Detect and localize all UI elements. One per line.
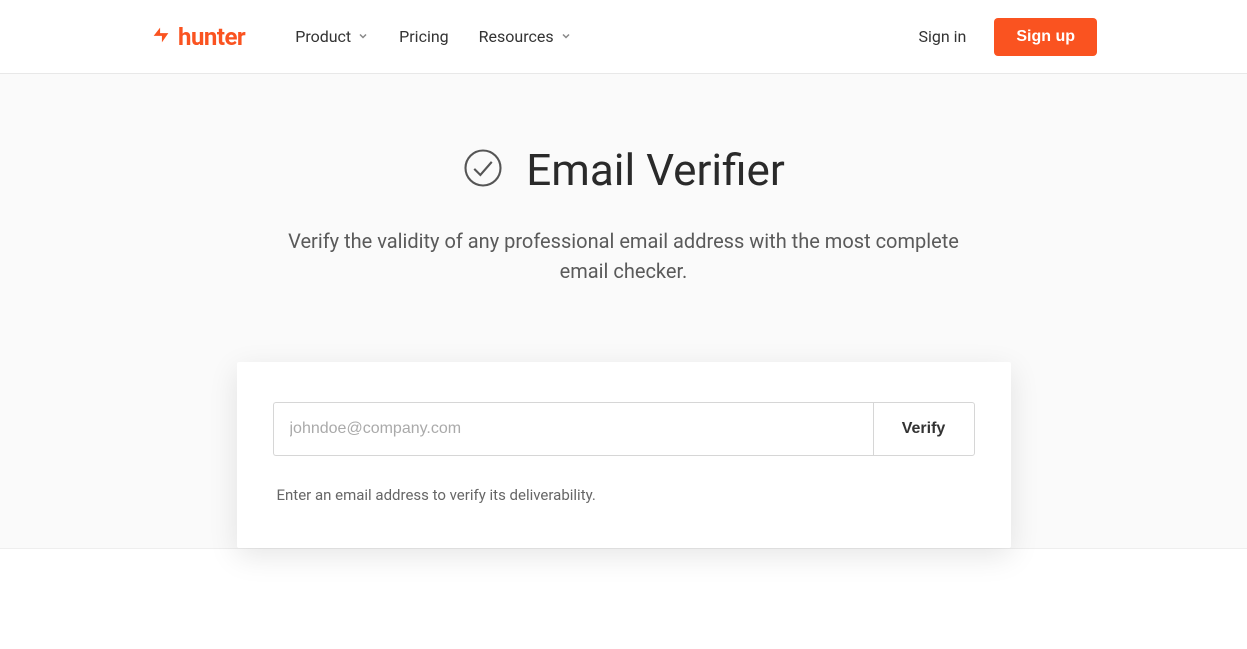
hero-header: Email Verifier Verify the validity of an… bbox=[174, 144, 1074, 286]
lower-background bbox=[0, 549, 1247, 649]
nav-resources-label: Resources bbox=[479, 27, 554, 46]
sign-in-link[interactable]: Sign in bbox=[918, 27, 966, 46]
check-circle-icon bbox=[462, 147, 504, 193]
verifier-card: Verify Enter an email address to verify … bbox=[237, 362, 1011, 548]
email-input[interactable] bbox=[273, 402, 873, 456]
hero-title-row: Email Verifier bbox=[174, 144, 1074, 196]
sign-up-button[interactable]: Sign up bbox=[994, 18, 1097, 56]
main-nav: Product Pricing Resources bbox=[295, 27, 918, 46]
hero-section: Email Verifier Verify the validity of an… bbox=[0, 74, 1247, 549]
nav-product-label: Product bbox=[295, 27, 351, 46]
auth-area: Sign in Sign up bbox=[918, 18, 1097, 56]
logo-text: hunter bbox=[178, 23, 245, 51]
helper-text: Enter an email address to verify its del… bbox=[273, 486, 975, 504]
chevron-down-icon bbox=[560, 27, 572, 46]
verify-button[interactable]: Verify bbox=[873, 402, 975, 456]
chevron-down-icon bbox=[357, 27, 369, 46]
nav-pricing-label: Pricing bbox=[399, 27, 449, 46]
nav-resources[interactable]: Resources bbox=[479, 27, 572, 46]
nav-pricing[interactable]: Pricing bbox=[399, 27, 449, 46]
nav-product[interactable]: Product bbox=[295, 27, 369, 46]
logo-icon bbox=[150, 24, 172, 50]
page-title: Email Verifier bbox=[526, 144, 784, 196]
input-row: Verify bbox=[273, 402, 975, 456]
logo[interactable]: hunter bbox=[150, 23, 245, 51]
page-subtitle: Verify the validity of any professional … bbox=[274, 226, 974, 286]
site-header: hunter Product Pricing Resources Sign in… bbox=[0, 0, 1247, 74]
